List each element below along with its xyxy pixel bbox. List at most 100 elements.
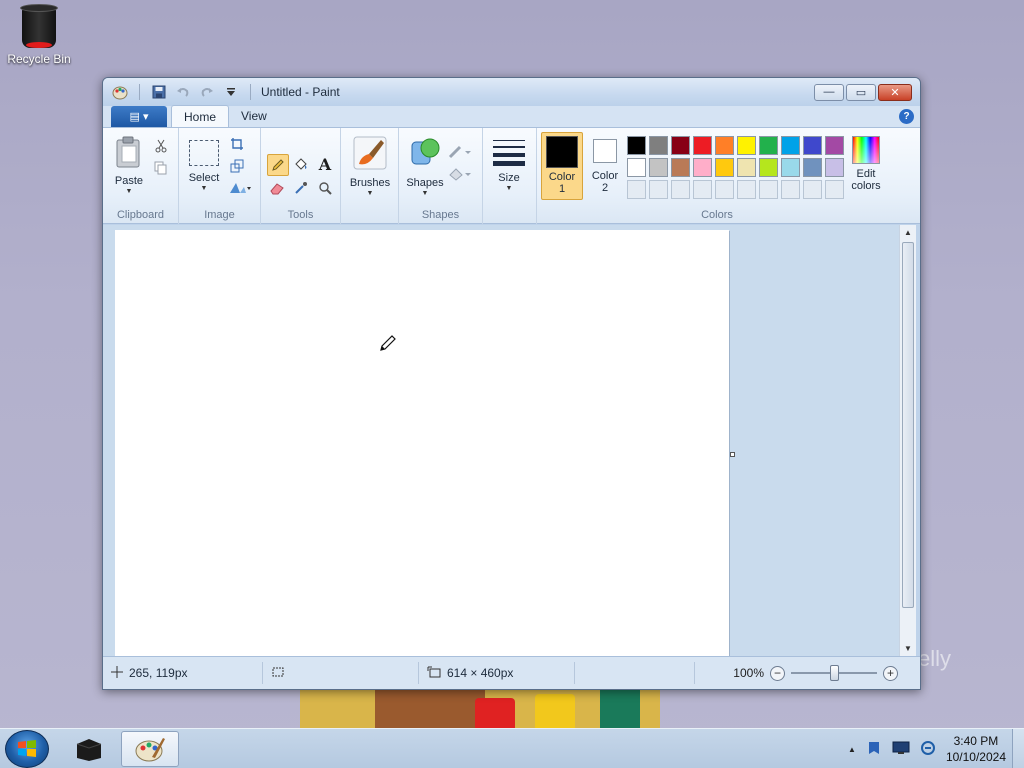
palette-swatch[interactable]	[781, 158, 800, 177]
zoom-out-button[interactable]: −	[770, 665, 785, 681]
cursor-position-cell: 265, 119px	[103, 662, 263, 684]
palette-swatch[interactable]	[759, 158, 778, 177]
palette-swatch[interactable]	[627, 158, 646, 177]
scroll-thumb[interactable]	[902, 242, 914, 608]
redo-icon[interactable]	[198, 83, 216, 101]
palette-swatch[interactable]	[649, 136, 668, 155]
customize-dropdown-icon[interactable]	[222, 83, 240, 101]
custom-color-slot[interactable]	[693, 180, 712, 199]
minimize-icon: —	[823, 86, 835, 98]
palette-swatch[interactable]	[737, 158, 756, 177]
action-center-icon[interactable]	[866, 740, 882, 759]
outline-icon[interactable]	[447, 142, 473, 162]
crop-icon[interactable]	[227, 134, 247, 154]
palette-swatch[interactable]	[759, 136, 778, 155]
custom-color-slot[interactable]	[759, 180, 778, 199]
custom-color-slot[interactable]	[649, 180, 668, 199]
eraser-tool-icon[interactable]	[267, 178, 287, 198]
paint-menu-button[interactable]: ▤ ▾	[111, 106, 167, 127]
select-button[interactable]: Select ▼	[185, 136, 223, 193]
volume-icon[interactable]	[920, 740, 936, 759]
resize-icon[interactable]	[227, 156, 247, 176]
custom-color-slot[interactable]	[825, 180, 844, 199]
qat-separator	[139, 84, 140, 100]
custom-color-slot[interactable]	[715, 180, 734, 199]
palette-swatch[interactable]	[781, 136, 800, 155]
canvas-resize-handle[interactable]	[730, 452, 735, 457]
taskbar-item-explorer[interactable]	[60, 731, 118, 767]
ribbon-tabs: ▤ ▾ Home View ?	[103, 105, 920, 128]
title-bar[interactable]: Untitled - Paint — ▭ ✕	[103, 78, 920, 106]
palette-swatch[interactable]	[803, 158, 822, 177]
zoom-slider[interactable]	[791, 665, 877, 681]
zoom-control: 100% − +	[733, 665, 920, 681]
palette-swatch[interactable]	[649, 158, 668, 177]
zoom-slider-thumb[interactable]	[830, 665, 839, 681]
size-button[interactable]: Size ▼	[491, 138, 527, 193]
start-button[interactable]	[5, 730, 49, 768]
color1-button[interactable]: Color 1	[541, 132, 583, 200]
custom-color-slot[interactable]	[671, 180, 690, 199]
magnifier-tool-icon[interactable]	[315, 178, 335, 198]
group-clipboard: Paste ▼ Clipboard	[103, 128, 179, 224]
palette-swatch[interactable]	[627, 136, 646, 155]
scroll-up-icon[interactable]: ▲	[900, 225, 916, 241]
pencil-tool-icon[interactable]	[267, 154, 289, 176]
group-colors: Color 1 Color 2 Edit colors Colors	[537, 128, 897, 224]
maximize-button[interactable]: ▭	[846, 83, 876, 101]
paint-app-icon[interactable]	[111, 83, 129, 101]
canvas-size-cell: 614 × 460px	[419, 662, 575, 684]
fill-tool-icon[interactable]	[291, 154, 311, 174]
save-icon[interactable]	[150, 83, 168, 101]
close-button[interactable]: ✕	[878, 83, 912, 101]
drawing-canvas[interactable]	[115, 230, 729, 660]
tab-view[interactable]: View	[229, 105, 279, 127]
group-brushes: Brushes ▼	[341, 128, 399, 224]
paste-button[interactable]: Paste ▼	[111, 136, 147, 196]
color-picker-tool-icon[interactable]	[291, 178, 311, 198]
zoom-in-button[interactable]: +	[883, 665, 898, 681]
palette-swatch[interactable]	[693, 158, 712, 177]
custom-color-slot[interactable]	[627, 180, 646, 199]
color1-label: Color	[548, 171, 576, 183]
group-label-tools: Tools	[287, 209, 314, 221]
scroll-down-icon[interactable]: ▼	[900, 641, 916, 657]
recycle-bin-desktop-icon[interactable]: Recycle Bin	[6, 4, 72, 66]
custom-color-slot[interactable]	[803, 180, 822, 199]
custom-color-slot[interactable]	[781, 180, 800, 199]
palette-swatch[interactable]	[825, 158, 844, 177]
palette-swatch[interactable]	[671, 136, 690, 155]
brushes-button[interactable]: Brushes ▼	[347, 136, 393, 198]
show-desktop-button[interactable]	[1012, 729, 1024, 768]
undo-icon[interactable]	[174, 83, 192, 101]
show-hidden-icons-icon[interactable]: ▲	[848, 745, 856, 754]
tab-home[interactable]: Home	[171, 105, 230, 127]
clock[interactable]: 3:40 PM 10/10/2024	[946, 733, 1006, 765]
taskbar-item-paint[interactable]	[121, 731, 179, 767]
edit-colors-button[interactable]: Edit colors	[843, 136, 889, 192]
rotate-icon[interactable]	[227, 178, 253, 198]
help-icon[interactable]: ?	[899, 109, 914, 124]
close-icon: ✕	[890, 86, 900, 99]
selection-size-cell	[263, 662, 419, 684]
palette-swatch[interactable]	[737, 136, 756, 155]
text-tool-icon[interactable]: A	[315, 154, 335, 174]
paste-dropdown-icon: ▼	[125, 188, 133, 195]
fill-icon[interactable]	[447, 164, 473, 184]
vertical-scrollbar[interactable]: ▲ ▼	[899, 225, 916, 657]
palette-swatch[interactable]	[803, 136, 822, 155]
cut-icon[interactable]	[151, 136, 171, 156]
shapes-button[interactable]: Shapes ▼	[405, 136, 445, 198]
palette-swatch[interactable]	[671, 158, 690, 177]
custom-color-slot[interactable]	[737, 180, 756, 199]
group-image: Select ▼ Image	[179, 128, 261, 224]
color2-swatch	[593, 139, 617, 163]
minimize-button[interactable]: —	[814, 83, 844, 101]
network-icon[interactable]	[892, 741, 910, 758]
palette-swatch[interactable]	[825, 136, 844, 155]
palette-swatch[interactable]	[715, 136, 734, 155]
copy-icon[interactable]	[151, 158, 171, 178]
color2-button[interactable]: Color 2	[585, 132, 625, 200]
palette-swatch[interactable]	[715, 158, 734, 177]
palette-swatch[interactable]	[693, 136, 712, 155]
